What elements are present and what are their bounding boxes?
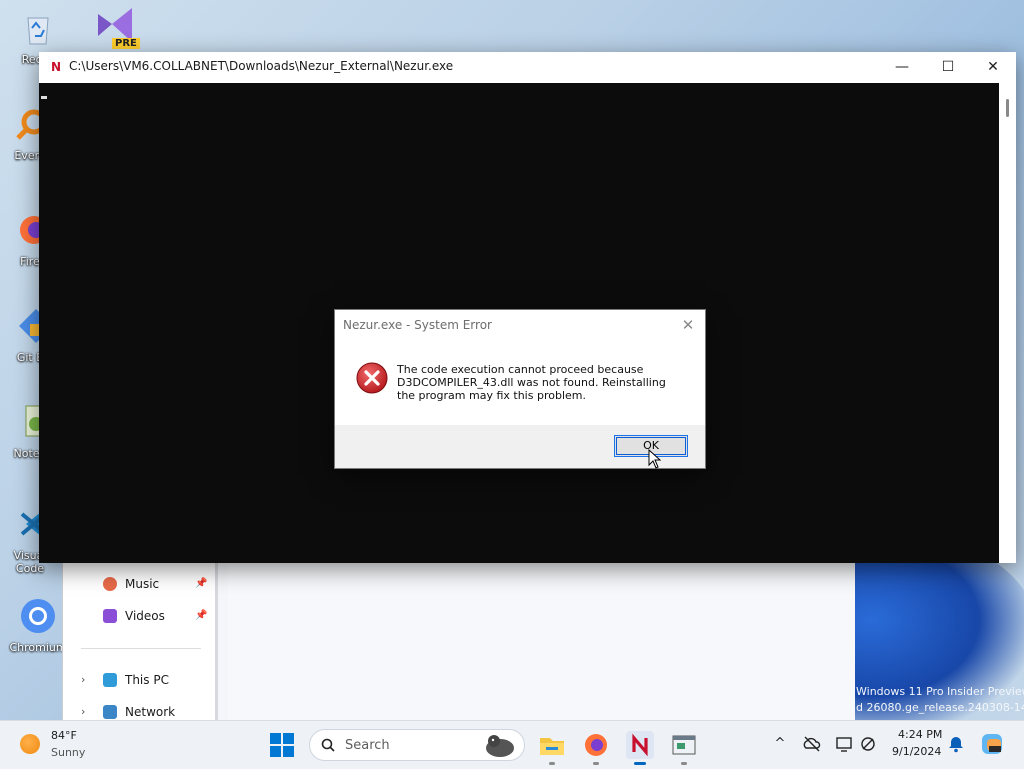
- explorer-content-pane: [228, 562, 855, 722]
- nav-item-this-pc[interactable]: › This PC: [63, 668, 213, 692]
- nav-item-label: Videos: [125, 609, 165, 623]
- desktop-icon-label: Chromium: [9, 641, 67, 654]
- chromium-icon: [21, 599, 55, 633]
- clock-time[interactable]: 4:24 PM: [898, 728, 942, 741]
- weather-condition[interactable]: Sunny: [51, 746, 85, 759]
- minimize-button[interactable]: —: [879, 52, 925, 83]
- watermark-edition: Windows 11 Pro Insider Preview: [856, 685, 1024, 698]
- explorer-nav-pane: Music 📌 Videos 📌 › This PC › Network: [63, 562, 215, 722]
- desktop-icon-chromium[interactable]: Chromium: [8, 596, 68, 654]
- sun-icon[interactable]: [20, 734, 40, 754]
- weather-temperature[interactable]: 84°F: [51, 729, 77, 742]
- console-window: N C:\Users\VM6.COLLABNET\Downloads\Nezur…: [39, 52, 1016, 563]
- windows-start-icon[interactable]: [270, 733, 294, 757]
- pin-icon: 📌: [195, 610, 208, 621]
- running-indicator: [593, 762, 599, 765]
- watermark-build: d 26080.ge_release.240308-1400: [856, 701, 1024, 714]
- file-explorer-window: Music 📌 Videos 📌 › This PC › Network: [62, 562, 855, 722]
- this-pc-icon: [103, 673, 117, 687]
- taskbar: 84°F Sunny Search ^ 4:24 PM 9/1/2024: [0, 720, 1024, 769]
- nezur-icon: [626, 731, 654, 759]
- dialog-content: The code execution cannot proceed becaus…: [335, 340, 705, 425]
- nav-item-label: This PC: [125, 673, 169, 687]
- desktop-icon-visual-studio-preview[interactable]: PRE: [92, 6, 142, 54]
- pin-icon: 📌: [195, 578, 208, 589]
- display-icon[interactable]: [834, 734, 854, 754]
- text-cursor: [41, 96, 47, 99]
- chevron-up-icon[interactable]: ^: [770, 734, 790, 754]
- chevron-right-icon[interactable]: ›: [81, 668, 85, 692]
- search-highlight-gorilla-icon: [486, 735, 514, 757]
- maximize-button[interactable]: ☐: [925, 52, 971, 83]
- nav-item-label: Music: [125, 577, 160, 591]
- mouse-pointer-icon: [648, 449, 662, 469]
- music-icon: [103, 577, 117, 591]
- recycle-bin-icon: [27, 17, 49, 45]
- search-icon: [321, 738, 335, 752]
- clock-date[interactable]: 9/1/2024: [892, 745, 941, 758]
- console-window-title: C:\Users\VM6.COLLABNET\Downloads\Nezur_E…: [69, 59, 454, 73]
- terminal-icon: [672, 735, 696, 755]
- nav-item-videos[interactable]: Videos 📌: [63, 604, 213, 628]
- preview-badge: PRE: [112, 38, 140, 49]
- file-explorer-icon: [540, 738, 564, 755]
- system-error-dialog: Nezur.exe - System Error ✕ The code exec…: [334, 309, 706, 469]
- taskbar-firefox[interactable]: [580, 729, 612, 765]
- scrollbar-thumb[interactable]: [1006, 99, 1009, 117]
- error-icon: [356, 362, 388, 394]
- videos-icon: [103, 609, 117, 623]
- running-indicator: [549, 762, 555, 765]
- taskbar-file-explorer[interactable]: [536, 729, 568, 765]
- copilot-icon[interactable]: [980, 732, 1004, 756]
- close-button[interactable]: ✕: [970, 52, 1016, 83]
- nezur-app-icon: N: [50, 60, 62, 74]
- onedrive-icon[interactable]: [802, 734, 822, 754]
- nav-item-music[interactable]: Music 📌: [63, 572, 213, 596]
- nav-divider: [81, 648, 201, 649]
- dialog-message: The code execution cannot proceed becaus…: [397, 363, 666, 402]
- dialog-titlebar[interactable]: Nezur.exe - System Error ✕: [335, 310, 705, 340]
- notification-bell-icon[interactable]: [946, 734, 966, 754]
- taskbar-search-box[interactable]: Search: [309, 729, 525, 761]
- console-scrollbar[interactable]: [999, 83, 1016, 563]
- search-label: Search: [345, 738, 390, 753]
- network-icon: [103, 705, 117, 719]
- desktop-icon-label-line2: Code: [15, 562, 45, 575]
- firefox-icon: [585, 734, 607, 756]
- taskbar-terminal[interactable]: [668, 729, 700, 765]
- dialog-close-button[interactable]: ✕: [677, 314, 699, 336]
- running-indicator: [681, 762, 687, 765]
- taskbar-nezur[interactable]: [624, 729, 656, 765]
- active-indicator: [634, 762, 646, 765]
- console-titlebar[interactable]: N C:\Users\VM6.COLLABNET\Downloads\Nezur…: [39, 52, 1016, 83]
- dialog-title: Nezur.exe - System Error: [343, 318, 492, 332]
- network-status-icon[interactable]: [858, 734, 878, 754]
- pane-splitter[interactable]: [215, 562, 218, 722]
